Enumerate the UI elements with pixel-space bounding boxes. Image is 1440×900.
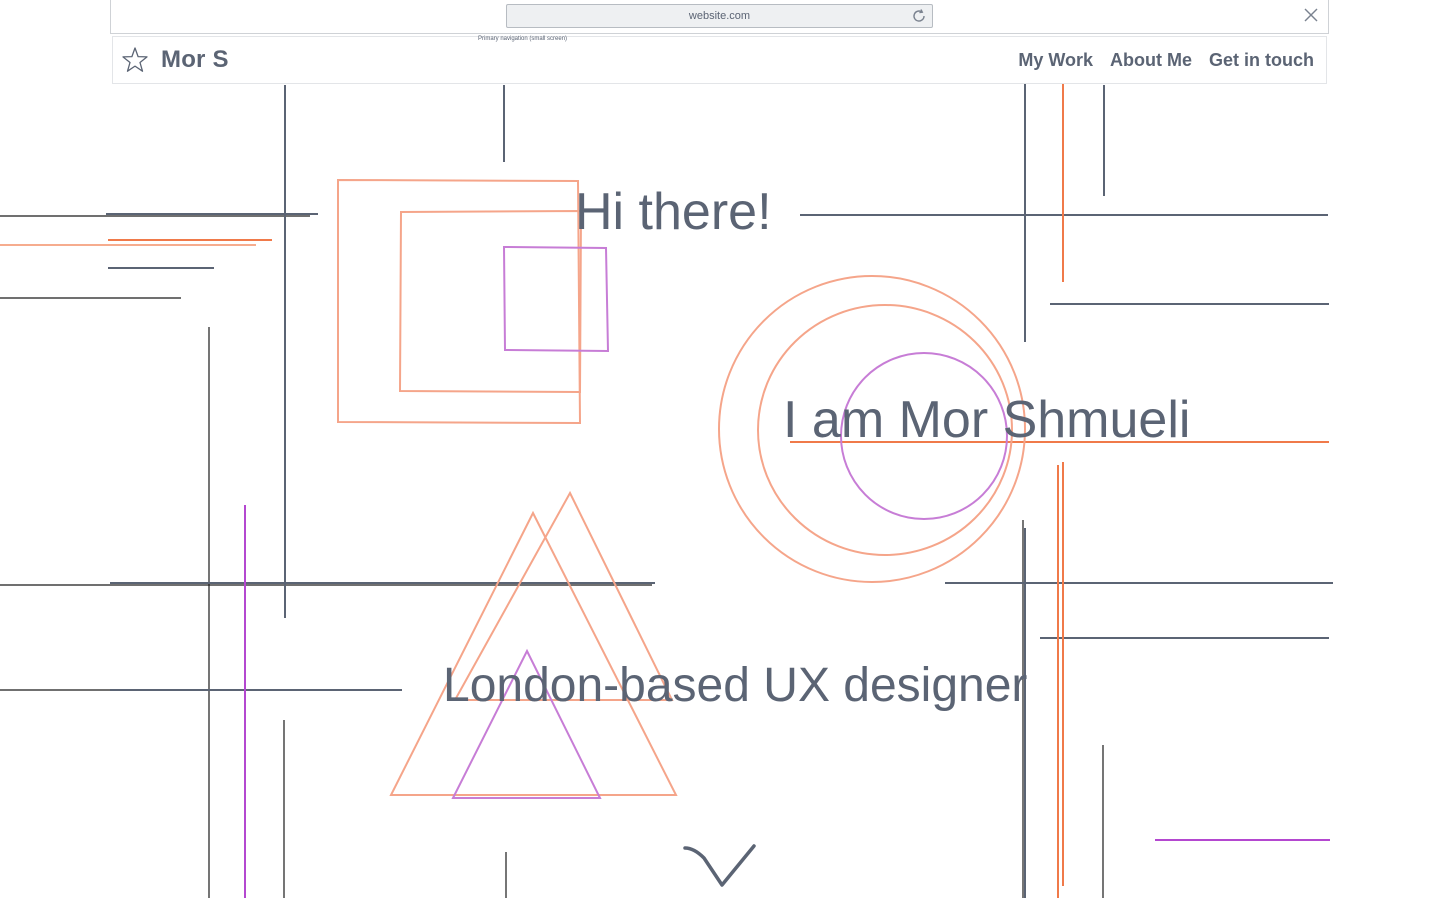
nav-links: My Work About Me Get in touch	[1018, 50, 1314, 71]
decorative-sketch-background	[0, 82, 1333, 898]
reload-icon[interactable]	[910, 7, 928, 25]
purple-square	[502, 245, 610, 353]
hero-name: I am Mor Shmueli	[783, 391, 1191, 449]
nav-link-get-in-touch[interactable]: Get in touch	[1209, 50, 1314, 71]
url-field[interactable]: website.com	[506, 4, 933, 28]
brand-name: Mor S	[161, 46, 229, 73]
browser-toolbar: website.com	[110, 0, 1329, 34]
chevron-down-icon[interactable]	[682, 842, 758, 890]
nav-link-about-me[interactable]: About Me	[1110, 50, 1192, 71]
nav-link-my-work[interactable]: My Work	[1018, 50, 1093, 71]
peach-squares	[337, 178, 583, 425]
nav-caption: Primary navigation (small screen)	[478, 36, 568, 42]
close-icon[interactable]	[1304, 8, 1318, 22]
hero-greeting: Hi there!	[575, 183, 772, 241]
hero-tagline: London-based UX designer	[443, 659, 1028, 712]
url-text: website.com	[688, 10, 751, 22]
page: website.com Primary navigation (small sc…	[0, 0, 1440, 900]
primary-navbar: Mor S My Work About Me Get in touch	[112, 36, 1327, 84]
star-icon	[122, 47, 148, 72]
brand[interactable]: Mor S	[121, 45, 229, 75]
peach-triangles	[389, 490, 678, 796]
